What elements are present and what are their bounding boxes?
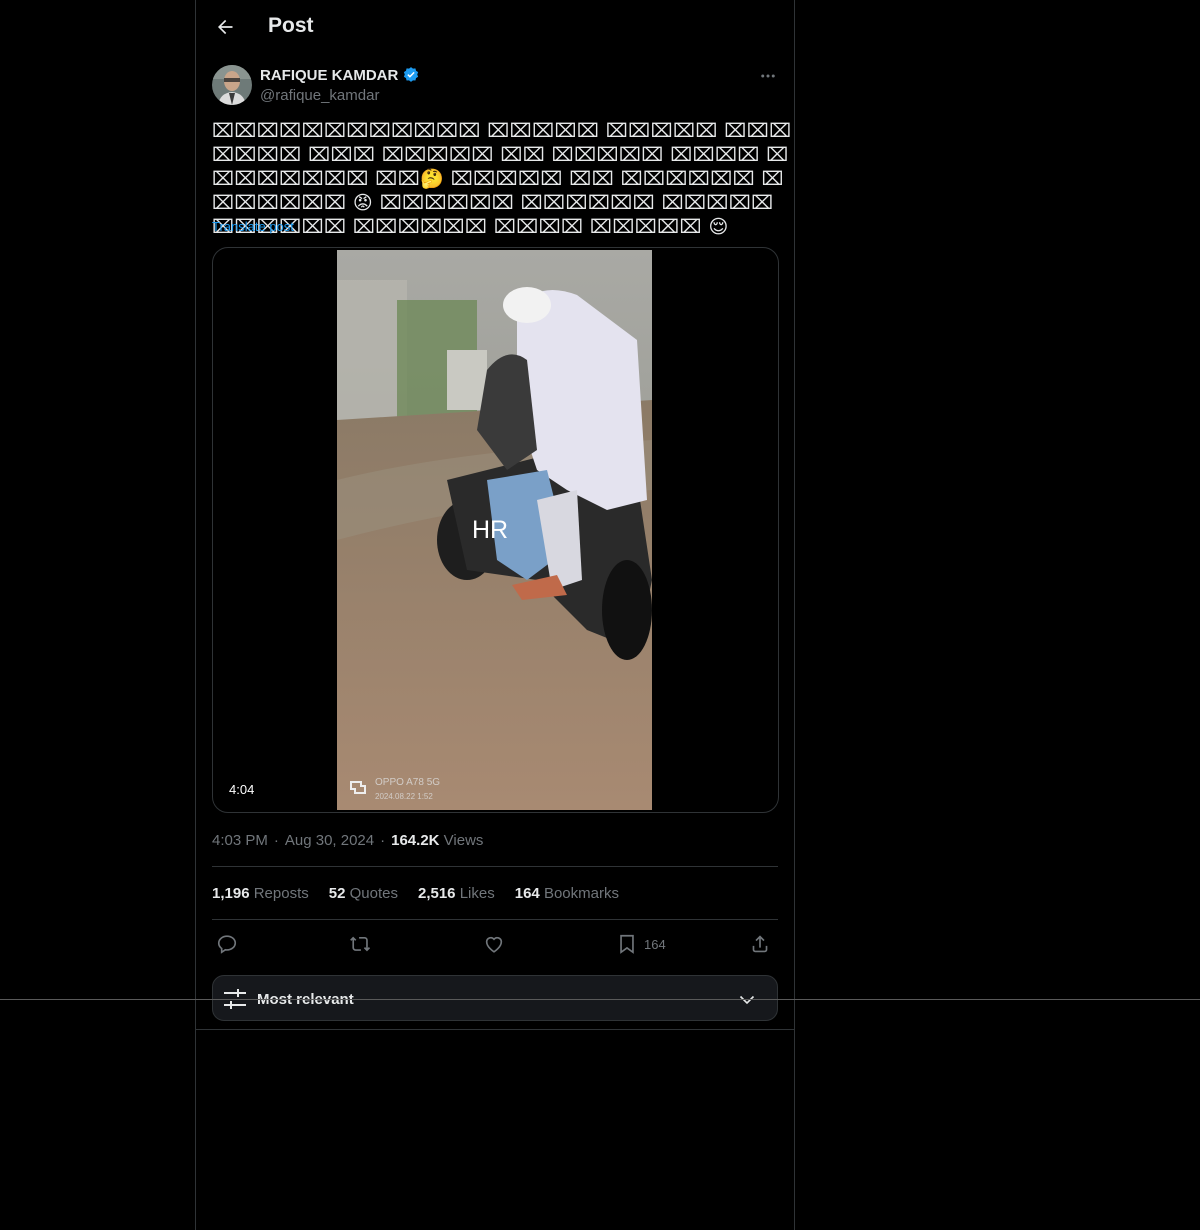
repost-button[interactable]	[349, 930, 371, 958]
reply-button[interactable]	[216, 930, 238, 958]
chevron-down-icon	[739, 995, 755, 1005]
stat-count: 1,196	[212, 885, 250, 902]
video-watermark-device: OPPO A78 5G	[375, 777, 441, 788]
post-date[interactable]: Aug 30, 2024	[285, 832, 374, 849]
more-icon	[761, 74, 775, 78]
bookmark-button[interactable]: 164	[616, 930, 666, 958]
stat-quotes[interactable]: 52 Quotes	[329, 885, 398, 902]
meta-separator: ·	[273, 832, 279, 849]
more-options-button[interactable]	[756, 64, 780, 88]
page-title: Post	[268, 14, 314, 37]
stat-count: 2,516	[417, 885, 456, 902]
translate-post-link[interactable]: Translate post	[212, 219, 294, 234]
video-duration: 4:04	[223, 780, 261, 799]
share-icon	[752, 935, 768, 953]
repost-icon	[350, 936, 371, 952]
heart-icon	[485, 936, 503, 953]
video-overlay-text: HR	[472, 516, 509, 544]
arrow-left-icon	[218, 19, 233, 35]
author-name[interactable]: RAFIQUE KAMDAR	[260, 66, 420, 84]
bookmark-count: 164	[644, 936, 666, 952]
back-button[interactable]	[208, 10, 242, 44]
verified-badge-icon	[404, 67, 419, 82]
video-watermark-timestamp: 2024.08.22 1:52	[375, 792, 433, 801]
primary-column: Post RAFIQUE KAMDAR @rafique_kamdar ⌧⌧⌧⌧…	[195, 0, 795, 1230]
author-handle[interactable]: @rafique_kamdar	[260, 87, 379, 104]
stat-label: Quotes	[349, 885, 398, 902]
like-button[interactable]	[483, 930, 505, 958]
stat-bookmarks[interactable]: 164 Bookmarks	[515, 885, 619, 902]
stat-label: Bookmarks	[543, 885, 619, 902]
engagement-stats: 1,196 Reposts 52 Quotes 2,516 Likes 164 …	[212, 885, 619, 902]
action-bar: 164	[212, 930, 778, 958]
reply-sort-dropdown[interactable]: Most relevant	[212, 975, 778, 1021]
post-text: ⌧⌧⌧⌧⌧⌧⌧⌧⌧⌧⌧⌧ ⌧⌧⌧⌧⌧ ⌧⌧⌧⌧⌧ ⌧⌧⌧⌧⌧⌧⌧ ⌧⌧⌧ ⌧⌧⌧…	[212, 120, 792, 238]
stat-reposts[interactable]: 1,196 Reposts	[212, 885, 309, 902]
bookmark-icon	[620, 934, 634, 954]
author-name-text: RAFIQUE KAMDAR	[260, 66, 399, 84]
stat-label: Reposts	[253, 885, 309, 902]
camera-watermark-icon	[350, 781, 366, 794]
divider	[212, 919, 778, 920]
post-meta: 4:03 PM · Aug 30, 2024 · 164.2K Views	[212, 832, 483, 849]
reply-icon	[217, 935, 237, 954]
stat-label: Likes	[459, 885, 495, 902]
views[interactable]: 164.2K Views	[391, 832, 483, 849]
stat-likes[interactable]: 2,516 Likes	[418, 885, 495, 902]
views-label: Views	[443, 832, 484, 849]
views-count: 164.2K	[391, 832, 440, 849]
post-header: Post	[196, 0, 794, 54]
share-button[interactable]	[749, 930, 771, 958]
page-guide-line	[0, 999, 1200, 1000]
post-time[interactable]: 4:03 PM	[212, 832, 268, 849]
meta-separator: ·	[380, 832, 386, 849]
divider	[196, 1029, 794, 1030]
avatar-image	[212, 65, 252, 105]
stat-count: 52	[328, 885, 346, 902]
stat-count: 164	[514, 885, 540, 902]
avatar[interactable]	[212, 65, 252, 105]
divider	[212, 866, 778, 867]
video-player[interactable]: HR OPPO A78 5G 2024.08.22 1:52 4:04	[212, 247, 779, 813]
